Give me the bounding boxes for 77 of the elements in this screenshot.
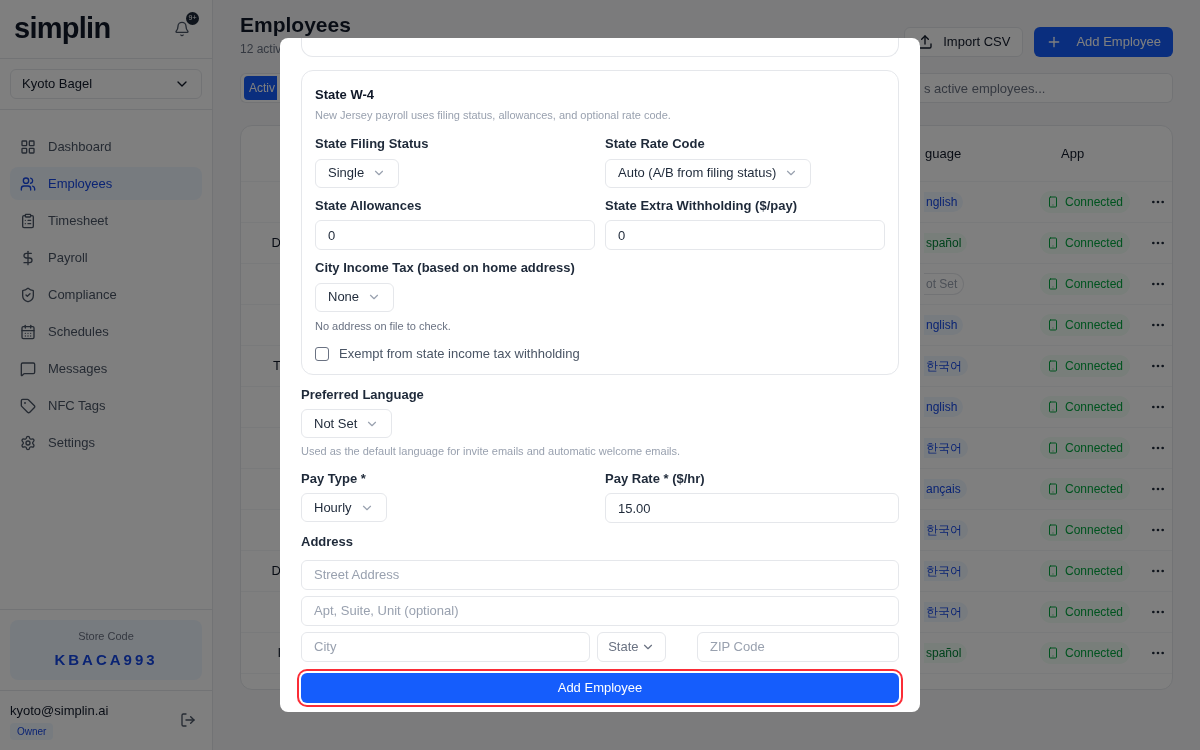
- language-badge: 한국어: [924, 438, 968, 458]
- field-label: State Rate Code: [605, 135, 705, 153]
- nav-item[interactable]: Compliance: [10, 278, 202, 311]
- store-selector[interactable]: Kyoto Bagel: [10, 69, 202, 99]
- status-badge: Connected: [1040, 518, 1131, 541]
- status-badge: Connected: [1040, 354, 1131, 377]
- store-code-label: Store Code: [78, 629, 134, 644]
- input-field[interactable]: 0: [605, 220, 885, 250]
- select-field[interactable]: Not Set: [301, 409, 393, 438]
- nav-item[interactable]: NFC Tags: [10, 389, 202, 422]
- language-badge: 한국어: [924, 520, 968, 540]
- select-field[interactable]: State: [597, 631, 666, 662]
- field-label: Address: [301, 533, 355, 551]
- language-badge: nglish: [924, 397, 964, 417]
- table-cell-text: D: [271, 234, 281, 253]
- nav-item[interactable]: Payroll: [10, 241, 202, 274]
- nav-item[interactable]: Employees: [10, 167, 202, 200]
- language-badge: 한국어: [924, 356, 968, 376]
- status-badge: Connected: [1040, 477, 1131, 500]
- checkbox-label: Exempt from state income tax withholding: [339, 345, 580, 363]
- select-field[interactable]: Auto (A/B from filing status): [605, 158, 812, 188]
- table-cell-text: D: [271, 562, 281, 581]
- field-label: State Filing Status: [315, 135, 429, 153]
- field-label: Pay Rate * ($/hr): [605, 469, 706, 488]
- field-note: No address on file to check.: [315, 318, 451, 334]
- language-badge: nglish: [924, 315, 964, 335]
- user-email: kyoto@simplin.ai: [10, 701, 109, 720]
- section-description: New Jersey payroll uses filing status, allowances, and optional rate code.: [315, 107, 672, 123]
- logo: simplin: [14, 11, 111, 47]
- status-badge: Connected: [1040, 559, 1131, 582]
- nav-item[interactable]: Schedules: [10, 315, 202, 348]
- select-field[interactable]: Hourly: [301, 493, 387, 522]
- language-badge: 한국어: [924, 561, 968, 581]
- select-field[interactable]: Single: [315, 158, 400, 188]
- field-note: Used as the default language for invite emails and automatic welcome emails.: [301, 444, 681, 459]
- language-badge: ançais: [924, 479, 967, 499]
- status-badge: Connected: [1040, 395, 1131, 418]
- table-cell-text: T: [273, 357, 281, 376]
- column-header: App: [1060, 144, 1086, 163]
- search-field[interactable]: s active employees...: [920, 73, 1173, 103]
- status-badge: Connected: [1040, 600, 1131, 623]
- import-csv-button[interactable]: Import CSV: [904, 27, 1024, 57]
- section-title: State W-4: [315, 86, 375, 104]
- input-field[interactable]: City: [301, 631, 591, 662]
- input-field[interactable]: 0: [315, 220, 595, 250]
- field-label: Preferred Language: [301, 385, 424, 404]
- status-badge: Connected: [1040, 231, 1131, 254]
- table-cell-text: I: [277, 644, 281, 663]
- page-subtitle: 12 activ: [240, 41, 283, 58]
- field-label: State Extra Withholding ($/pay): [605, 196, 797, 215]
- status-badge: Connected: [1040, 190, 1131, 213]
- field-label: Pay Type *: [301, 469, 366, 488]
- nav-item[interactable]: Messages: [10, 352, 202, 385]
- language-badge: spañol: [924, 233, 968, 253]
- add-employee-button[interactable]: Add Employee: [1034, 27, 1173, 57]
- input-field[interactable]: 15.00: [605, 493, 899, 523]
- field-label: City Income Tax (based on home address): [315, 259, 575, 277]
- page-title: Employees: [240, 13, 351, 37]
- store-code: KBACA993: [54, 649, 158, 670]
- status-badge: Connected: [1040, 436, 1131, 459]
- nav-item[interactable]: Timesheet: [10, 204, 202, 237]
- input-field[interactable]: Apt, Suite, Unit (optional): [301, 595, 899, 626]
- role-badge: Owner: [10, 723, 54, 740]
- language-badge: nglish: [924, 192, 964, 212]
- select-field[interactable]: None: [315, 282, 395, 312]
- input-field[interactable]: Street Address: [301, 559, 899, 590]
- nav-item[interactable]: Dashboard: [10, 130, 202, 163]
- language-badge: 한국어: [924, 602, 968, 622]
- status-badge: Connected: [1040, 272, 1131, 295]
- nav-item[interactable]: Settings: [10, 426, 202, 459]
- status-badge: Connected: [1040, 641, 1131, 664]
- tab[interactable]: Activ: [244, 76, 277, 100]
- status-badge: Connected: [1040, 313, 1131, 336]
- column-header: guage: [924, 144, 963, 163]
- input-field[interactable]: ZIP Code: [697, 631, 899, 662]
- field-label: State Allowances: [315, 196, 422, 215]
- language-badge: spañol: [924, 643, 968, 663]
